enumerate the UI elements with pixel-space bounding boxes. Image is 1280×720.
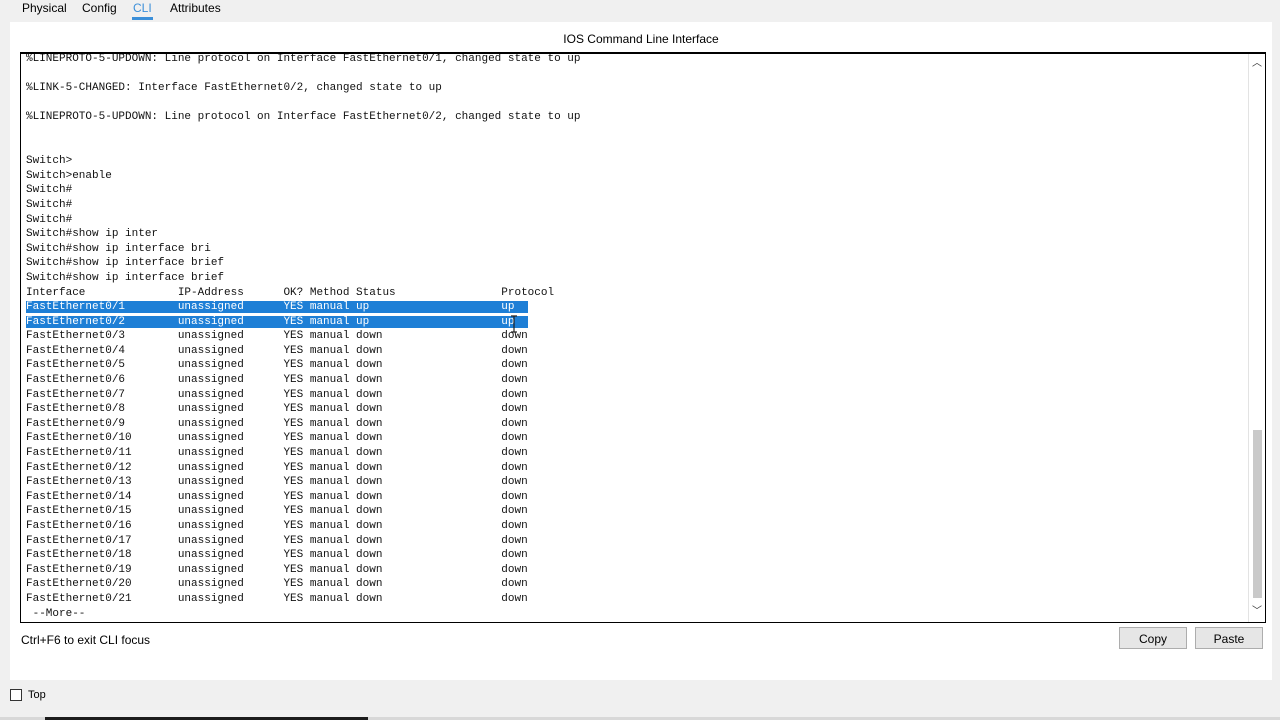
- console-line-text: FastEthernet0/16 unassigned YES manual d…: [26, 520, 528, 532]
- console-line-selected: FastEthernet0/2 unassigned YES manual up…: [26, 315, 1241, 330]
- console-line: FastEthernet0/21 unassigned YES manual d…: [26, 592, 1241, 607]
- console-line: FastEthernet0/13 unassigned YES manual d…: [26, 475, 1241, 490]
- console-line: Interface IP-Address OK? Method Status P…: [26, 286, 1241, 301]
- console-line-text: FastEthernet0/13 unassigned YES manual d…: [26, 476, 528, 489]
- console-line-selected: FastEthernet0/1 unassigned YES manual up…: [26, 300, 1241, 315]
- console-line-text: FastEthernet0/2 unassigned YES manual up…: [26, 315, 528, 328]
- console-line-text: Switch#show ip interface brief: [26, 257, 225, 270]
- console-line-text: FastEthernet0/21 unassigned YES manual d…: [26, 592, 528, 605]
- console-line: FastEthernet0/19 unassigned YES manual d…: [26, 563, 1241, 578]
- bottom-bar: [0, 680, 1280, 720]
- console-line-text: FastEthernet0/17 unassigned YES manual d…: [26, 534, 528, 547]
- console-line-text: --More--: [26, 607, 93, 620]
- top-checkbox-label: Top: [28, 689, 46, 701]
- console-line: Switch>: [26, 154, 1241, 169]
- tab-config[interactable]: Config: [82, 0, 117, 20]
- console-line-text: FastEthernet0/10 unassigned YES manual d…: [26, 432, 528, 445]
- console-line-text: %LINK-5-CHANGED: Interface FastEthernet0…: [26, 82, 442, 95]
- scroll-thumb[interactable]: [1253, 430, 1262, 598]
- console-line-text: %LINEPROTO-5-UPDOWN: Line protocol on In…: [26, 53, 581, 65]
- console-line: FastEthernet0/11 unassigned YES manual d…: [26, 446, 1241, 461]
- console-line-text: FastEthernet0/8 unassigned YES manual do…: [26, 403, 528, 416]
- console-line-text: FastEthernet0/9 unassigned YES manual do…: [26, 417, 528, 430]
- console-line-text: FastEthernet0/18 unassigned YES manual d…: [26, 549, 528, 562]
- console-line: %LINEPROTO-5-UPDOWN: Line protocol on In…: [26, 110, 1241, 125]
- console-line: Switch#show ip interface bri: [26, 242, 1241, 257]
- console-line-text: Switch#: [26, 184, 73, 197]
- console-line-text: %LINEPROTO-5-UPDOWN: Line protocol on In…: [26, 111, 581, 124]
- console-line-text: FastEthernet0/11 unassigned YES manual d…: [26, 447, 528, 460]
- cli-title: IOS Command Line Interface: [563, 32, 719, 46]
- console-line-text: Switch#: [26, 198, 73, 211]
- top-checkbox[interactable]: [10, 689, 22, 701]
- console-line: Switch#: [26, 183, 1241, 198]
- console-line: FastEthernet0/12 unassigned YES manual d…: [26, 461, 1241, 476]
- console-line: Switch#show ip interface brief: [26, 271, 1241, 286]
- tab-cli[interactable]: CLI: [132, 0, 153, 20]
- tab-physical[interactable]: Physical: [22, 0, 67, 20]
- console-line-text: FastEthernet0/12 unassigned YES manual d…: [26, 461, 528, 474]
- console-line-text: FastEthernet0/7 unassigned YES manual do…: [26, 388, 528, 401]
- console-line-text: Interface IP-Address OK? Method Status P…: [26, 286, 555, 299]
- console-line: FastEthernet0/15 unassigned YES manual d…: [26, 504, 1241, 519]
- console-line: Switch#: [26, 213, 1241, 228]
- console-line: FastEthernet0/17 unassigned YES manual d…: [26, 534, 1241, 549]
- console-line-text: Switch#show ip interface bri: [26, 242, 211, 255]
- console-line-text: Switch>: [26, 155, 73, 168]
- console-line: %LINK-5-CHANGED: Interface FastEthernet0…: [26, 81, 1241, 96]
- scroll-up-icon[interactable]: ︿: [1249, 56, 1265, 72]
- console-line: FastEthernet0/3 unassigned YES manual do…: [26, 329, 1241, 344]
- console-line: FastEthernet0/10 unassigned YES manual d…: [26, 431, 1241, 446]
- console-line: FastEthernet0/9 unassigned YES manual do…: [26, 417, 1241, 432]
- exit-focus-hint: Ctrl+F6 to exit CLI focus: [21, 633, 151, 647]
- console-line-text: Switch#show ip inter: [26, 228, 159, 241]
- paste-button[interactable]: Paste: [1195, 627, 1263, 649]
- console-line-text: Switch#: [26, 213, 73, 226]
- console-line-text: FastEthernet0/3 unassigned YES manual do…: [26, 330, 528, 343]
- console-line-text: FastEthernet0/15 unassigned YES manual d…: [26, 505, 528, 518]
- console-line: FastEthernet0/16 unassigned YES manual d…: [26, 519, 1241, 534]
- console-line-text: FastEthernet0/6 unassigned YES manual do…: [26, 374, 528, 387]
- console-line: FastEthernet0/8 unassigned YES manual do…: [26, 402, 1241, 417]
- console-line-text: FastEthernet0/20 unassigned YES manual d…: [26, 578, 528, 591]
- console-line: Switch#show ip inter: [26, 227, 1241, 242]
- console-line-text: FastEthernet0/1 unassigned YES manual up…: [26, 301, 528, 314]
- console-line-text: Switch>enable: [26, 169, 112, 182]
- console-line: FastEthernet0/6 unassigned YES manual do…: [26, 373, 1241, 388]
- console-line: FastEthernet0/7 unassigned YES manual do…: [26, 388, 1241, 403]
- console-line: FastEthernet0/18 unassigned YES manual d…: [26, 548, 1241, 563]
- tab-bar: Physical Config CLI Attributes: [0, 0, 1280, 22]
- console-line-text: FastEthernet0/14 unassigned YES manual d…: [26, 490, 528, 503]
- console-line: FastEthernet0/20 unassigned YES manual d…: [26, 577, 1241, 592]
- console-line-text: FastEthernet0/19 unassigned YES manual d…: [26, 563, 528, 576]
- console-line-text: FastEthernet0/4 unassigned YES manual do…: [26, 344, 528, 357]
- console-line: Switch#show ip interface brief: [26, 256, 1241, 271]
- tab-attributes[interactable]: Attributes: [170, 0, 221, 20]
- tab-cli-label: CLI: [133, 1, 152, 15]
- console-line-text: Switch#show ip interface brief: [26, 271, 225, 284]
- console-scrollbar[interactable]: ︿ ﹀: [1248, 54, 1265, 622]
- copy-button[interactable]: Copy: [1119, 627, 1187, 649]
- ibeam-cursor-icon: [511, 315, 517, 333]
- console-line-text: FastEthernet0/5 unassigned YES manual do…: [26, 359, 528, 372]
- console-line: FastEthernet0/5 unassigned YES manual do…: [26, 358, 1241, 373]
- console-line: Switch>enable: [26, 169, 1241, 184]
- console-line: Switch#: [26, 198, 1241, 213]
- cli-panel: IOS Command Line Interface %LINEPROTO-5-…: [10, 22, 1272, 680]
- console-line: FastEthernet0/4 unassigned YES manual do…: [26, 344, 1241, 359]
- scroll-down-icon[interactable]: ﹀: [1249, 604, 1265, 620]
- cli-console[interactable]: %LINEPROTO-5-UPDOWN: Line protocol on In…: [20, 52, 1266, 623]
- active-tab-indicator: [132, 17, 153, 20]
- console-line: --More--: [26, 607, 1241, 622]
- console-line: FastEthernet0/14 unassigned YES manual d…: [26, 490, 1241, 505]
- console-output[interactable]: %LINEPROTO-5-UPDOWN: Line protocol on In…: [26, 53, 1241, 622]
- console-line: %LINEPROTO-5-UPDOWN: Line protocol on In…: [26, 53, 1241, 67]
